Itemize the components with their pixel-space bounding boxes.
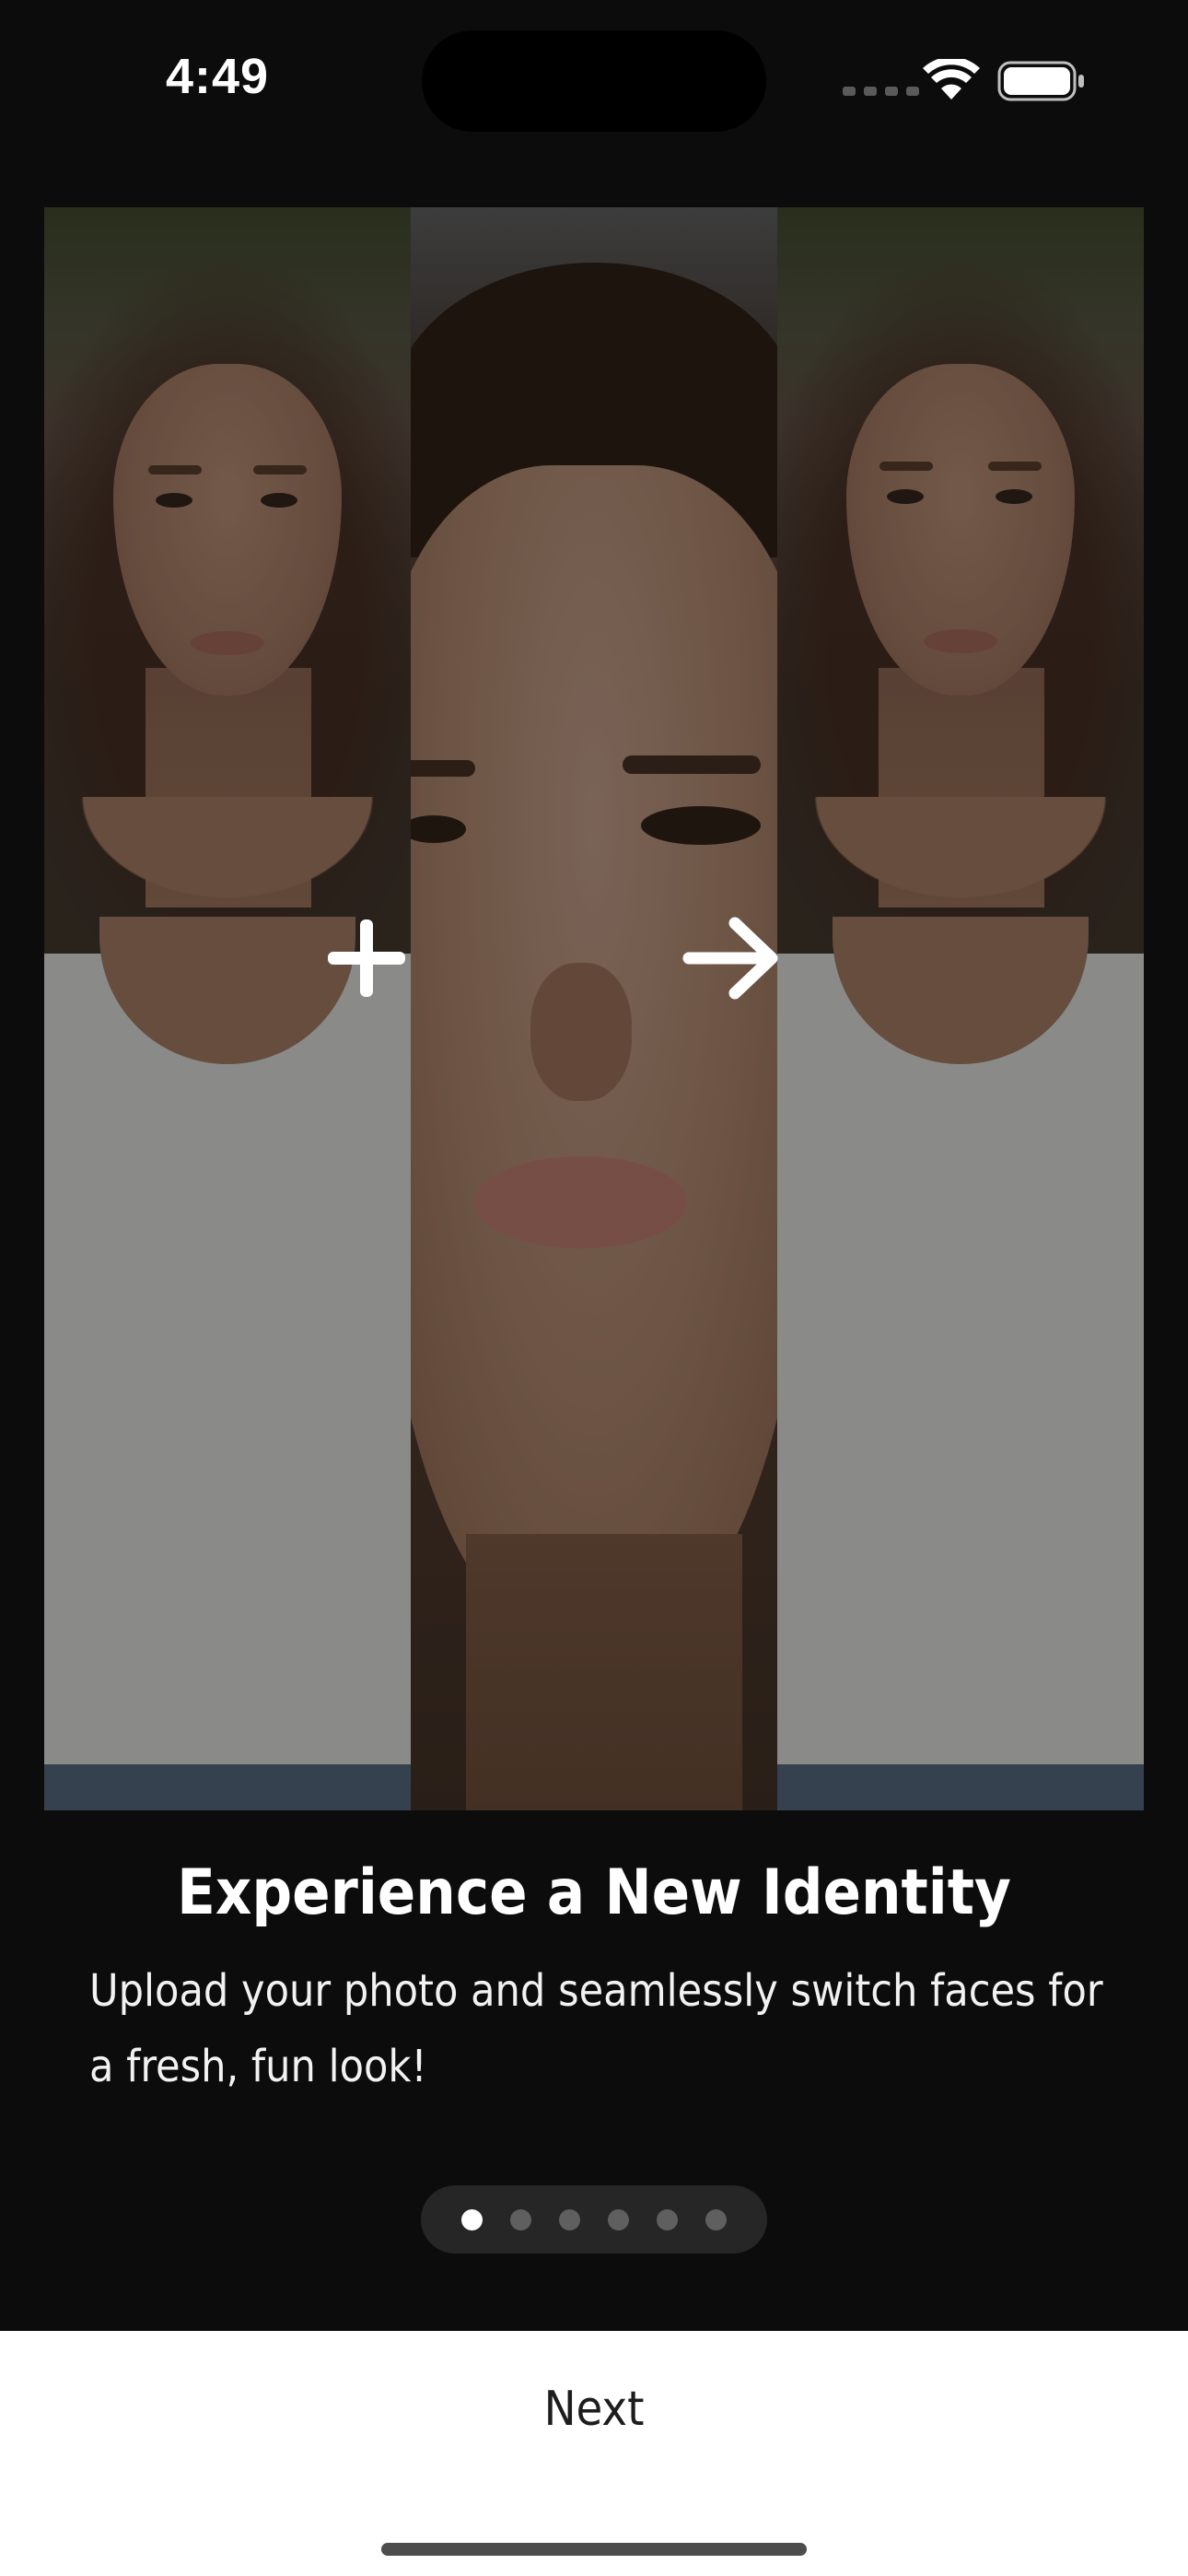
page-dot-4[interactable] (608, 2208, 629, 2231)
cellular-signal-icon (843, 87, 919, 96)
onboarding-title: Experience a New Identity (177, 1856, 1011, 1929)
plus-icon (328, 919, 405, 997)
page-dot-6[interactable] (705, 2208, 727, 2231)
wifi-icon (923, 59, 980, 100)
onboarding-subtitle: Upload your photo and seamlessly switch … (89, 1965, 1103, 2092)
bottom-action-bar: Next (0, 2331, 1188, 2576)
home-indicator[interactable] (381, 2543, 807, 2556)
page-dot-1[interactable] (461, 2208, 483, 2231)
status-bar-time: 4:49 (166, 49, 270, 104)
page-indicator[interactable] (421, 2185, 767, 2254)
face-swap-hero-image (44, 207, 1144, 1810)
next-button[interactable]: Next (364, 2349, 824, 2469)
page-dot-2[interactable] (510, 2208, 531, 2231)
battery-icon (997, 61, 1084, 101)
dynamic-island (422, 30, 766, 132)
arrow-right-icon (682, 917, 778, 1000)
page-dot-5[interactable] (657, 2208, 678, 2231)
page-dot-3[interactable] (559, 2208, 580, 2231)
